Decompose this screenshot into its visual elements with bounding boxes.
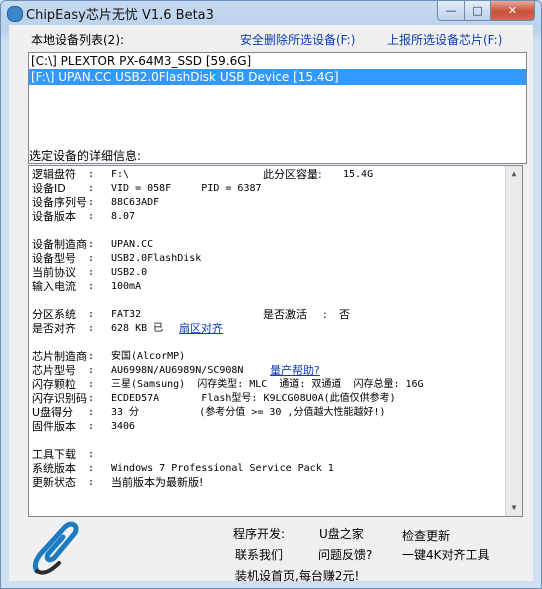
detail-row-drive: 逻辑盘符 : F:\ 此分区容量: 15.4G xyxy=(32,168,374,181)
detail-value: USB2.0FlashDisk xyxy=(111,253,202,264)
device-list-item[interactable]: [C:\] PLEXTOR PX-64M3_SSD [59.6G] xyxy=(29,53,526,69)
detail-key: 是否激活 xyxy=(263,308,307,321)
details-label: 选定设备的详细信息: xyxy=(29,149,142,163)
detail-key: 逻辑盘符 xyxy=(32,168,76,181)
developer-link[interactable]: U盘之家 xyxy=(319,525,364,542)
detail-value: VID = 058F PID = 6387 xyxy=(111,183,262,194)
detail-value: 当前版本为最新版! xyxy=(111,476,204,489)
detail-key: 芯片制造商 xyxy=(32,350,87,363)
window-title: ChipEasy芯片无忧 V1.6 Beta3 xyxy=(26,8,214,23)
detail-value: 15.4G xyxy=(343,169,374,180)
detail-key: 当前协议 xyxy=(32,266,76,279)
detail-key: 更新状态 xyxy=(32,476,76,489)
mass-production-help-link[interactable]: 量产帮助? xyxy=(270,364,320,378)
detail-value: UPAN.CC xyxy=(111,239,154,250)
app-icon xyxy=(7,6,23,22)
detail-key: 闪存颗粒 xyxy=(32,378,76,391)
detail-key: 设备型号 xyxy=(32,252,76,265)
check-update-button[interactable]: 检查更新 xyxy=(402,527,450,544)
detail-key: U盘得分 xyxy=(32,406,74,419)
app-window: ChipEasy芯片无忧 V1.6 Beta3 — □ ✕ 本地设备列表(2):… xyxy=(0,0,542,589)
detail-row-chip-model: 芯片型号 : AU6998N/AU6989N/SC908N 量产帮助? xyxy=(32,364,320,378)
minimize-button[interactable]: — xyxy=(437,1,465,21)
detail-value: FAT32 xyxy=(111,309,142,320)
report-chip-link[interactable]: 上报所选设备芯片(F:) xyxy=(387,31,502,48)
safe-remove-link[interactable]: 安全删除所选设备(F:) xyxy=(240,31,355,48)
4k-align-tool-button[interactable]: 一键4K对齐工具 xyxy=(402,546,490,563)
detail-key: 设备ID xyxy=(32,182,66,195)
detail-value: 100mA xyxy=(111,281,142,292)
contact-us-link[interactable]: 联系我们 xyxy=(235,546,283,563)
detail-value: F:\ xyxy=(111,169,130,180)
device-list-label: 本地设备列表(2): xyxy=(31,33,125,47)
detail-key: 固件版本 xyxy=(32,420,76,433)
detail-key: 是否对齐 xyxy=(32,322,76,335)
main-panel: 本地设备列表(2): 安全删除所选设备(F:) 上报所选设备芯片(F:) [C:… xyxy=(9,25,533,584)
details-panel[interactable]: 逻辑盘符 : F:\ 此分区容量: 15.4G 设备ID : VID = 058… xyxy=(28,165,523,517)
detail-value: 否 xyxy=(339,308,350,321)
detail-key: 闪存识别码 xyxy=(32,392,87,405)
detail-value: 安国(AlcorMP) xyxy=(111,351,186,362)
scroll-down-arrow-icon[interactable]: ▼ xyxy=(506,500,522,516)
detail-row-fs: 分区系统 : FAT32 是否激活 : 否 xyxy=(32,308,350,321)
detail-key: 此分区容量: xyxy=(263,168,322,181)
device-list-item-selected[interactable]: [F:\] UPAN.CC USB2.0FlashDisk USB Device… xyxy=(29,69,526,85)
detail-value: ECDED57A Flash型号: K9LCG08U0A(此值仅供参考) xyxy=(111,393,396,404)
detail-key: 设备序列号 xyxy=(32,196,87,209)
detail-value: 88C63ADF xyxy=(111,197,160,208)
detail-value: 8.07 xyxy=(111,211,136,222)
detail-value: USB2.0 xyxy=(111,267,148,278)
detail-value: AU6998N/AU6989N/SC908N xyxy=(111,365,244,376)
details-scrollbar[interactable]: ▲ ▼ xyxy=(505,166,522,516)
detail-key: 输入电流 xyxy=(32,280,76,293)
paperclip-usb-logo-icon xyxy=(32,521,79,575)
detail-value: Windows 7 Professional Service Pack 1 xyxy=(111,463,334,474)
detail-key: 设备版本 xyxy=(32,210,76,223)
maximize-button[interactable]: □ xyxy=(465,1,491,21)
detail-key: 芯片型号 xyxy=(32,364,76,377)
detail-key: 分区系统 xyxy=(32,308,76,321)
detail-value: 33 分 (参考分值 >= 30 ,分值越大性能越好!) xyxy=(111,407,386,418)
promo-link[interactable]: 装机设首页,每台赚2元! xyxy=(235,567,359,584)
feedback-link[interactable]: 问题反馈? xyxy=(318,546,372,563)
detail-value: 3406 xyxy=(111,421,136,432)
detail-key: 设备制造商 xyxy=(32,238,87,251)
close-button[interactable]: ✕ xyxy=(491,1,535,21)
title-bar[interactable]: ChipEasy芯片无忧 V1.6 Beta3 — □ ✕ xyxy=(1,1,541,25)
detail-value: 628 KB 已 xyxy=(111,323,164,334)
developer-label: 程序开发: xyxy=(233,527,286,541)
detail-value: 三星(Samsung) 闪存类型: MLC 通道: 双通道 闪存总量: 16G xyxy=(111,379,424,390)
sector-align-link[interactable]: 扇区对齐 xyxy=(179,322,223,336)
detail-key: 工具下载 xyxy=(32,448,76,461)
scroll-up-arrow-icon[interactable]: ▲ xyxy=(506,166,522,182)
detail-key: 系统版本 xyxy=(32,462,76,475)
